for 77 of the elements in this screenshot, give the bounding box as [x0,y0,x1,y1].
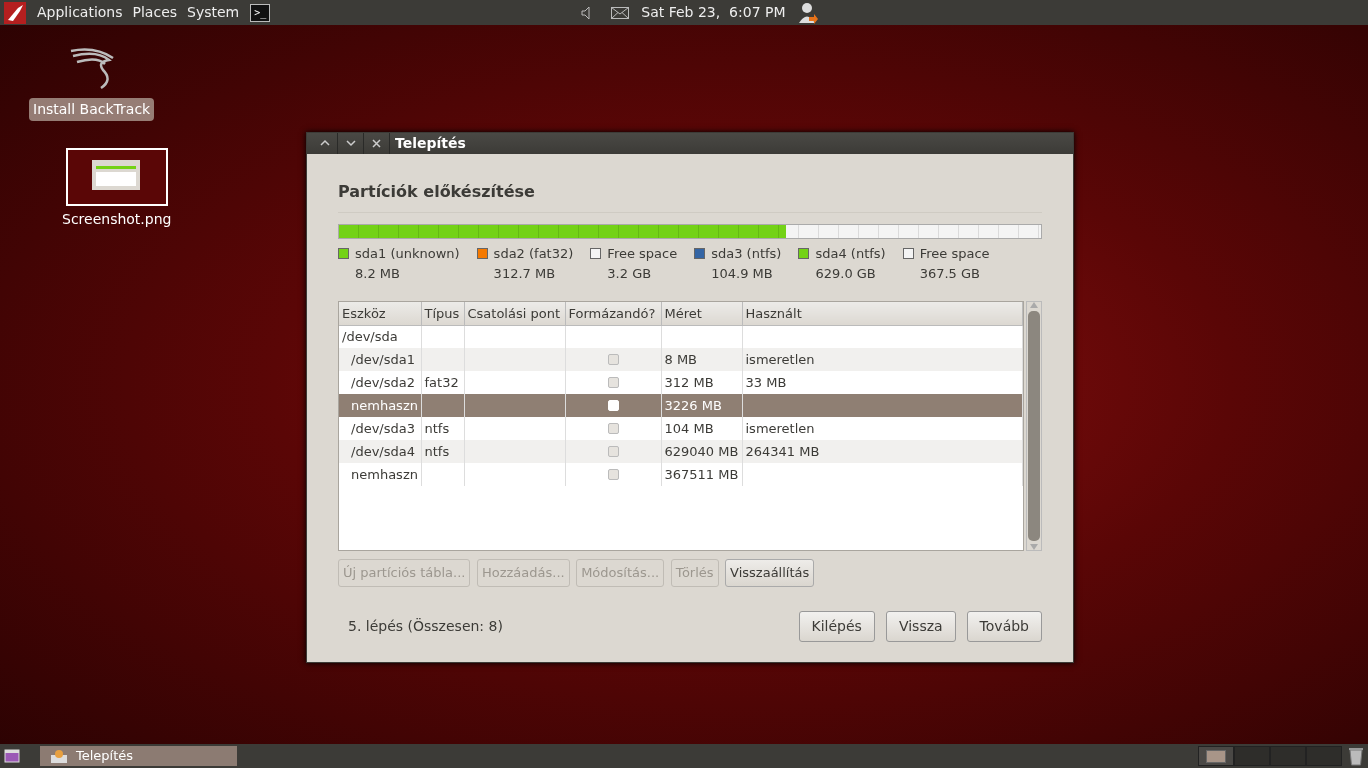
format-checkbox[interactable] [607,469,619,480]
format-checkbox[interactable] [607,377,619,388]
table-row[interactable]: /dev/sda1 8 MB ismeretlen [339,348,1023,371]
dragon-logo-icon[interactable] [4,1,26,24]
user-icon[interactable] [797,1,818,24]
show-desktop-icon[interactable] [4,749,20,763]
menu-item[interactable]: Applications [32,2,128,23]
partition-size: 629.0 GB [814,264,877,283]
table-cell: /dev/sda3 [351,420,415,436]
clock[interactable]: Sat Feb 23, 6:07 PM [641,2,786,23]
column-header[interactable]: Típus [421,302,464,325]
table-row[interactable]: /dev/sda4 ntfs 629040 MB 264341 MB [339,440,1023,463]
icon-label[interactable]: Screenshot.png [58,208,176,231]
table-cell: 3226 MB [664,397,722,413]
partition-name: sda1 (unknown) [355,245,460,263]
table-cell: 104 MB [664,420,714,436]
workspace[interactable] [1198,746,1234,766]
partition-size: 367.5 GB [918,264,981,283]
nav-button[interactable]: Vissza [885,610,956,642]
table-cell: ntfs [424,420,450,436]
format-checkbox[interactable] [607,423,619,434]
scrollbar-thumb[interactable] [1028,311,1040,541]
table-cell: ismeretlen [745,351,815,367]
table-cell: nemhaszn [351,397,418,413]
trash-icon[interactable] [1348,746,1364,766]
step-label: 5. lépés (Összesen: 8) [348,616,504,636]
column-header[interactable]: Formázandó? [565,302,661,325]
terminal-icon[interactable]: >_ [250,3,271,22]
partition-size: 8.2 MB [354,264,401,283]
nav-button[interactable]: Tovább [966,610,1042,642]
column-header[interactable]: Csatolási pont [464,302,565,325]
format-checkbox[interactable] [607,446,619,457]
table-cell: 33 MB [745,374,787,390]
partition-name: Free space [919,245,990,263]
menu-item[interactable]: System [182,2,245,23]
table-cell: 629040 MB [664,443,739,459]
table-cell: 264341 MB [745,443,820,459]
partition-size: 312.7 MB [492,264,557,283]
table-cell: 367511 MB [664,466,739,482]
partition-name: sda2 (fat32) [493,245,574,263]
icon-label[interactable]: Install BackTrack [29,98,155,121]
partition-name: sda3 (ntfs) [711,245,782,263]
taskbar-button[interactable]: Telepítés [40,746,237,766]
column-header[interactable]: Eszköz [339,302,421,325]
table-cell: ismeretlen [745,420,815,436]
table-cell: 312 MB [664,374,714,390]
mail-icon[interactable] [611,6,630,19]
minimize-icon[interactable] [344,138,357,149]
table-cell: /dev/sda1 [351,351,415,367]
menu-item[interactable]: Places [127,2,183,23]
partition-size: 104.9 MB [710,264,774,283]
screenshot-thumbnail-icon[interactable] [65,148,168,206]
nav-button[interactable]: Kilépés [798,610,875,642]
column-header[interactable]: Használt [742,302,1023,325]
installer-icon [50,748,68,764]
close-icon[interactable] [370,138,383,149]
task-label: Telepítés [76,747,134,766]
action-button[interactable]: Visszaállítás [725,559,815,587]
table-cell: nemhaszn [351,466,418,482]
table-cell: fat32 [424,374,459,390]
table-cell: /dev/sda2 [351,374,415,390]
window-title: Telepítés [395,134,466,153]
window-thumbnail [1206,749,1226,763]
table-cell: ntfs [424,443,450,459]
column-header[interactable]: Méret [661,302,742,325]
table-row[interactable]: nemhaszn 367511 MB [339,463,1023,486]
table-cell: /dev/sda [342,329,398,344]
table-row[interactable]: nemhaszn 3226 MB [339,394,1023,417]
partition-name: Free space [607,245,678,263]
scrollbar[interactable] [1026,301,1042,551]
table-cell: /dev/sda4 [351,443,415,459]
table-cell: 8 MB [664,351,698,367]
partition-size: 3.2 GB [606,264,653,283]
section-heading: Partíciók előkészítése [338,180,1042,213]
format-checkbox[interactable] [607,354,619,365]
partition-name: sda4 (ntfs) [815,245,886,263]
speaker-icon[interactable] [581,5,592,20]
